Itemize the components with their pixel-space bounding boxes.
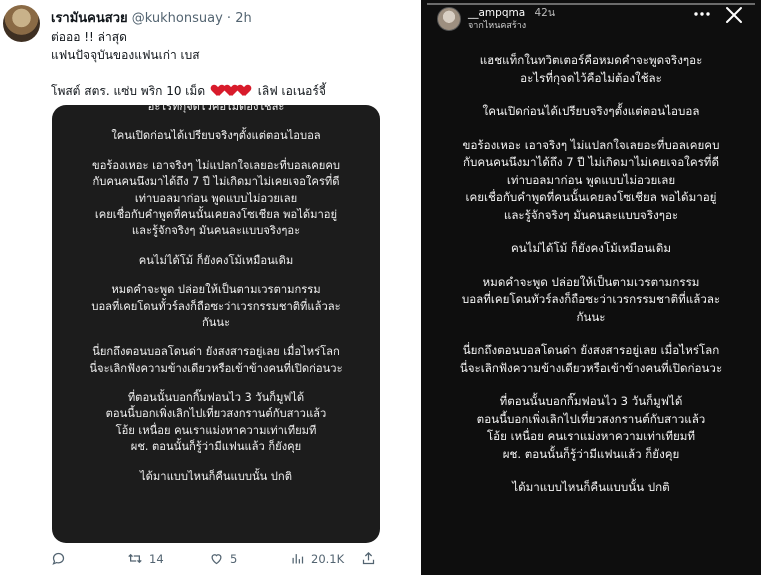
text-line: ผช. ตอนนั้นก็รู้ว่ามีแฟนแล้ว ก็ยังคุย (502, 446, 680, 461)
text-line: กันนะ (201, 315, 231, 329)
image-text: อะไรที่กุจดไว้คือไม่ต้องใช้ละใคนเปิดก่อน… (52, 105, 380, 485)
text-line: นี่จะเลิกฟังความข้างเดียวหรือเข้าข้างคนท… (89, 361, 343, 375)
story-subtitle[interactable]: จากไหนคสร้าง (468, 18, 526, 32)
heart-outline-icon (211, 554, 222, 565)
text-line: บอลที่เคยโดนทัวร์ลงก็ถือซะว่าเวรกรรมชาติ… (461, 292, 721, 306)
red-heart-icon (212, 83, 251, 101)
handle[interactable]: @kukhonsuay (132, 11, 223, 26)
text-line: ที่ตอนนั้นบอกกิ๊มฟอนไว 3 วันก็มูฟได้ (499, 394, 683, 408)
story-text: แฮชแท็กในทวิตเตอร์คือหมดคำจะพูดจริงๆอะอะ… (421, 52, 761, 497)
share-icon (362, 551, 375, 565)
text-line: อะไรที่กุจดไว้คือไม่ต้องใช้ละ (520, 70, 662, 85)
more-dots-icon[interactable] (692, 6, 712, 22)
avatar[interactable] (437, 7, 461, 31)
text-line: นี่ยกถึงตอนบอลโดนด่า ยังสงสารอยู่เลย เมื… (462, 343, 720, 357)
share-button[interactable] (361, 551, 376, 566)
timestamp[interactable]: 2h (235, 11, 252, 26)
retweet-icon (128, 553, 142, 564)
bar-chart-icon (292, 554, 304, 564)
tweet-actions: 14 5 20.1K (51, 551, 411, 569)
text-line: กับคนคนนึงมาได้ถึง 7 ปี ไม่เกิดมาไม่เคยเ… (463, 155, 719, 169)
text-line: ได้มาแบบไหนก็คืนแบบนั้น ปกติ (512, 480, 670, 494)
text-line: ขอร้องเหอะ เอาจริงๆ ไม่แปลกใจเลยอะที่บอล… (92, 158, 340, 172)
retweet-count: 14 (149, 551, 164, 566)
text-line: ได้มาแบบไหนก็คืนแบบนั้น ปกติ (140, 469, 292, 483)
text-line: เท่าบอลมาก่อน พูดแบบไม่อวยเลย (134, 191, 298, 205)
display-name[interactable]: เรามันคนสวย (51, 11, 128, 26)
text-line: คนไม่ได้โม้ ก็ยังคงโม้เหมือนเดิม (510, 241, 672, 255)
like-button[interactable]: 5 (209, 551, 237, 566)
text-line: ขอร้องเหอะ เอาจริงๆ ไม่แปลกใจเลยอะที่บอล… (462, 137, 720, 152)
text-line: ใคนเปิดก่อนได้เปรียบจริงๆตั้งแต่ตอนไอบอล (482, 104, 700, 118)
text-line: ใคนเปิดก่อนได้เปรียบจริงๆตั้งแต่ตอนไอบอล (111, 129, 321, 143)
text-line: โอ้ย เหนื่อย คนเราแม่งหาความเท่าเทียมที (115, 423, 317, 437)
tweet-text: ต่อออ !! ล่าสุด แฟนปัจจุบันของแฟนเก่า เบ… (51, 28, 326, 101)
close-icon[interactable] (725, 6, 743, 24)
text-line: หมดคำจะพูด ปล่อยให้เป็นตามเวรตามกรรม (482, 274, 700, 289)
text-line: ตอนนี้บอกเพิ่งเลิกไปเที่ยวสงกรานต์กับสาว… (476, 411, 706, 426)
text-line: เท่าบอลมาก่อน พูดแบบไม่อวยเลย (506, 172, 676, 187)
retweet-button[interactable]: 14 (127, 551, 164, 566)
tweet-image[interactable]: อะไรที่กุจดไว้คือไม่ต้องใช้ละใคนเปิดก่อน… (52, 105, 380, 543)
text-line: กันนะ (576, 309, 606, 324)
text-line: คนไม่ได้โม้ ก็ยังคงโม้เหมือนเดิม (138, 253, 294, 267)
text-line: เคยเชื่อกับคำพูดที่คนนั้นเคยลงโซเชียล พอ… (465, 190, 717, 204)
text-line: นี่ยกถึงตอนบอลโดนด่า ยังสงสารอยู่เลย เมื… (92, 345, 340, 359)
text-line: กับคนคนนึงมาได้ถึง 7 ปี ไม่เกิดมาไม่เคยเ… (92, 175, 340, 189)
separator-dot: · (226, 11, 232, 26)
text-line: หมดคำจะพูด ปล่อยให้เป็นตามเวรตามกรรม (111, 283, 321, 297)
speech-bubble-icon (52, 552, 65, 565)
text-line: อะไรที่กุจดไว้คือไม่ต้องใช้ละ (147, 105, 285, 113)
caption-before: โพสต์ สตร. แซ่บ พริก 10 เม็ด (51, 84, 206, 98)
views-button[interactable]: 20.1K (290, 551, 344, 566)
text-line: และรู้จักจริงๆ มันคนละแบบจริงๆอะ (503, 207, 679, 222)
view-count: 20.1K (311, 551, 345, 566)
reply-button[interactable] (51, 551, 72, 566)
text-line: ที่ตอนนั้นบอกกิ๊มฟอนไว 3 วันก็มูฟได้ (127, 391, 305, 405)
tweet-text-line: ต่อออ !! ล่าสุด (51, 30, 127, 44)
text-line: โอ้ย เหนื่อย คนเราแม่งหาความเท่าเทียมที (486, 429, 696, 443)
text-line: ผช. ตอนนั้นก็รู้ว่ามีแฟนแล้ว ก็ยังคุย (130, 440, 302, 454)
text-line: ตอนนี้บอกเพิ่งเลิกไปเที่ยวสงกรานต์กับสาว… (105, 407, 327, 421)
tweet-card[interactable]: เรามันคนสวย @kukhonsuay · 2h ต่อออ !! ล่… (0, 0, 418, 575)
text-line: แฮชแท็กในทวิตเตอร์คือหมดคำจะพูดจริงๆอะ (479, 53, 703, 67)
text-line: นี่จะเลิกฟังความข้างเดียวหรือเข้าข้างคนท… (459, 360, 723, 375)
tweet-header: เรามันคนสวย @kukhonsuay · 2h (51, 7, 252, 28)
tweet-caption: โพสต์ สตร. แซ่บ พริก 10 เม็ด เลิฟ เอเนอร… (51, 82, 326, 101)
story-panel[interactable]: __ampqma 42น จากไหนคสร้าง แฮชแท็กในทวิตเ… (421, 0, 761, 575)
text-line: บอลที่เคยโดนทั้วร์ลงก็ถือซะว่าเวรกรรมชาต… (91, 299, 341, 313)
avatar[interactable] (3, 5, 40, 42)
like-count: 5 (230, 551, 238, 566)
tweet-text-line: แฟนปัจจุบันของแฟนเก่า เบส (51, 48, 200, 62)
text-line: เคยเชื่อกับคำพูดที่คนนั้นเคยลงโซเชียล พอ… (94, 207, 338, 221)
caption-after: เลิฟ เอเนอร์จี้ (257, 84, 326, 98)
story-age: 42น (534, 7, 556, 19)
text-line: และรู้จักจริงๆ มันคนละแบบจริงๆอะ (131, 224, 301, 238)
